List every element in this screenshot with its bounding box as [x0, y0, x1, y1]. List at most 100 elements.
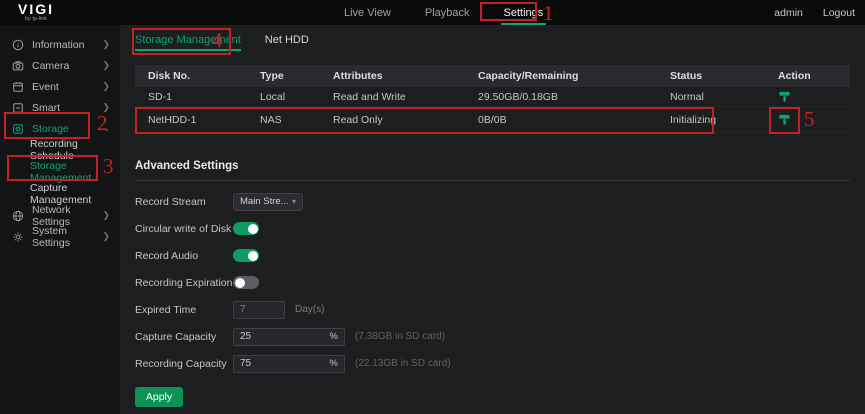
record-stream-label: Record Stream [135, 196, 233, 208]
expired-time-input[interactable] [233, 301, 285, 319]
storage-icon [12, 123, 24, 135]
recording-expiration-row: Recording Expiration [135, 269, 865, 296]
apply-button[interactable]: Apply [135, 387, 183, 407]
username[interactable]: admin [774, 7, 803, 19]
chevron-right-icon: ❯ [102, 231, 110, 242]
cell-capacity: 29.50GB/0.18GB [478, 91, 670, 103]
smart-icon [12, 102, 24, 114]
sidebar-item-storage[interactable]: Storage ⌄ [0, 118, 120, 139]
sidebar-item-information[interactable]: Information ❯ [0, 34, 120, 55]
logo-text: VIGI [18, 2, 54, 16]
network-icon [12, 210, 24, 222]
tab-storage-management[interactable]: Storage Management [135, 34, 241, 51]
sidebar-item-label: Event [32, 81, 59, 93]
sidebar-item-label: Information [32, 39, 85, 51]
format-icon[interactable] [778, 113, 850, 126]
cell-type: Local [260, 91, 333, 103]
record-audio-row: Record Audio [135, 242, 865, 269]
capture-capacity-hint: (7.38GB in SD card) [355, 331, 445, 342]
content-tabs: Storage Management Net HDD [135, 30, 865, 54]
camera-icon [12, 60, 24, 72]
logout-button[interactable]: Logout [823, 7, 855, 19]
vigi-logo: VIGI by tp-link [18, 2, 54, 23]
sidebar-subitem-label: Capture Management [30, 182, 120, 206]
expired-time-label: Expired Time [135, 304, 233, 316]
table-row-nethdd1[interactable]: NetHDD-1 NAS Read Only 0B/0B Initializin… [135, 107, 850, 133]
topbar: VIGI by tp-link Live View Playback Setti… [0, 0, 865, 25]
sidebar-subitem-label: Recording Schedule [30, 138, 120, 162]
cell-disk-no: NetHDD-1 [148, 114, 260, 126]
cell-capacity: 0B/0B [478, 114, 670, 126]
sidebar: Information ❯ Camera ❯ Event ❯ Smart ❯ S… [0, 25, 120, 414]
divider [135, 180, 850, 181]
sidebar-item-label: Storage [32, 123, 69, 135]
sidebar-item-label: System Settings [32, 225, 102, 249]
sidebar-item-smart[interactable]: Smart ❯ [0, 97, 120, 118]
topbar-user-area: admin Logout [774, 0, 855, 25]
record-audio-toggle[interactable] [233, 249, 259, 262]
advanced-settings-form: Record Stream Main Stre... ▾ Circular wr… [135, 188, 865, 407]
recording-capacity-field: % [233, 355, 345, 373]
col-disk-no: Disk No. [148, 70, 260, 82]
recording-capacity-input[interactable] [234, 358, 330, 369]
percent-suffix: % [330, 331, 344, 342]
gear-icon [12, 231, 24, 243]
sidebar-item-storage-management[interactable]: Storage Management [0, 161, 120, 183]
chevron-down-icon: ⌄ [102, 123, 110, 134]
sidebar-item-event[interactable]: Event ❯ [0, 76, 120, 97]
toggle-knob [248, 251, 258, 261]
cell-status: Normal [670, 91, 778, 103]
disk-table-header: Disk No. Type Attributes Capacity/Remain… [135, 65, 850, 87]
nav-settings[interactable]: Settings [501, 0, 547, 25]
sidebar-item-recording-schedule[interactable]: Recording Schedule [0, 139, 120, 161]
sidebar-item-camera[interactable]: Camera ❯ [0, 55, 120, 76]
event-icon [12, 81, 24, 93]
sidebar-item-network-settings[interactable]: Network Settings ❯ [0, 205, 120, 226]
record-stream-select[interactable]: Main Stre... ▾ [233, 193, 303, 211]
table-row-sd1[interactable]: SD-1 Local Read and Write 29.50GB/0.18GB… [135, 87, 850, 107]
top-navigation: Live View Playback Settings [341, 0, 546, 25]
record-audio-label: Record Audio [135, 250, 233, 262]
cell-attributes: Read and Write [333, 91, 478, 103]
format-icon[interactable] [778, 90, 850, 103]
chevron-down-icon: ▾ [292, 197, 296, 206]
capture-capacity-field: % [233, 328, 345, 346]
percent-suffix: % [330, 358, 344, 369]
expired-time-row: Expired Time Day(s) [135, 296, 865, 323]
col-action: Action [778, 70, 850, 82]
nav-playback[interactable]: Playback [422, 0, 473, 25]
chevron-right-icon: ❯ [102, 102, 110, 113]
chevron-right-icon: ❯ [102, 210, 110, 221]
recording-capacity-row: Recording Capacity % (22.13GB in SD card… [135, 350, 865, 377]
recording-expiration-toggle[interactable] [233, 276, 259, 289]
chevron-right-icon: ❯ [102, 81, 110, 92]
recording-expiration-label: Recording Expiration [135, 277, 233, 289]
nav-live-view[interactable]: Live View [341, 0, 394, 25]
cell-attributes: Read Only [333, 114, 478, 126]
recording-capacity-hint: (22.13GB in SD card) [355, 358, 451, 369]
expired-time-unit: Day(s) [295, 304, 324, 315]
main-content: Storage Management Net HDD Disk No. Type… [120, 25, 865, 414]
toggle-knob [235, 278, 245, 288]
disk-table: Disk No. Type Attributes Capacity/Remain… [135, 65, 850, 133]
sidebar-subitem-label: Storage Management [30, 160, 120, 184]
col-capacity: Capacity/Remaining [478, 70, 670, 82]
sidebar-item-system-settings[interactable]: System Settings ❯ [0, 226, 120, 247]
circular-write-toggle[interactable] [233, 222, 259, 235]
sidebar-item-label: Smart [32, 102, 60, 114]
capture-capacity-label: Capture Capacity [135, 331, 233, 343]
capture-capacity-row: Capture Capacity % (7.38GB in SD card) [135, 323, 865, 350]
tab-net-hdd[interactable]: Net HDD [265, 34, 309, 51]
sidebar-item-capture-management[interactable]: Capture Management [0, 183, 120, 205]
circular-write-label: Circular write of Disk [135, 223, 233, 235]
info-icon [12, 39, 24, 51]
capture-capacity-input[interactable] [234, 331, 330, 342]
cell-disk-no: SD-1 [148, 91, 260, 103]
advanced-settings-title: Advanced Settings [135, 160, 865, 172]
col-type: Type [260, 70, 333, 82]
chevron-right-icon: ❯ [102, 60, 110, 71]
cell-type: NAS [260, 114, 333, 126]
circular-write-row: Circular write of Disk [135, 215, 865, 242]
chevron-right-icon: ❯ [102, 39, 110, 50]
cell-status: Initializing [670, 114, 778, 126]
